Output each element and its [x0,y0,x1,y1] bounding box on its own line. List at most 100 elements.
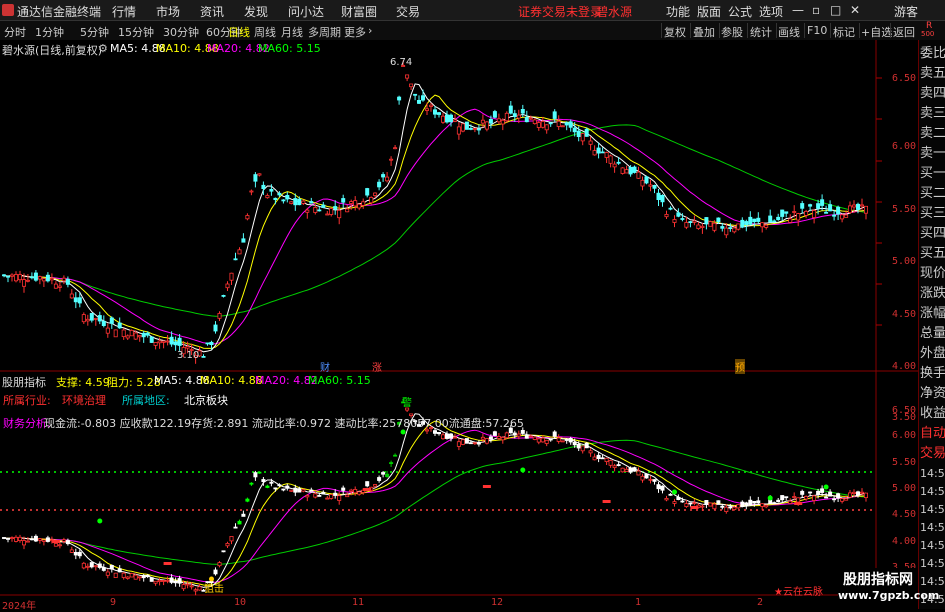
panel-item[interactable]: 买四 [920,224,945,244]
main-y-tick: 6.00 [892,141,917,152]
time-tick: 14:56 [920,467,945,480]
period-tab-1min[interactable]: 1分钟 [35,24,64,40]
panel-item[interactable]: 总量 [920,324,945,344]
panel-item[interactable]: 委比 [920,44,945,64]
panel-item[interactable]: 交易 [920,444,945,464]
tool-adjust[interactable]: 复权 [664,24,686,40]
maximize-icon[interactable]: □ [830,3,841,17]
forecast-marker[interactable]: 预 [735,359,745,374]
user-label[interactable]: 游客 [894,3,918,20]
warn-label: 警 [402,398,412,409]
menu-discover[interactable]: 发现 [244,3,268,20]
menu-market-board[interactable]: 市场 [156,3,180,20]
panel-item[interactable]: 卖四 [920,84,945,104]
panel-item[interactable]: 收益 [920,404,945,424]
period-tab-30min[interactable]: 30分钟 [163,24,199,40]
industry-label: 所属行业: [3,394,51,407]
main-ma60-label: MA60: 5.15 [258,42,321,55]
finance-text: 现金流:-0.803 应收款122.19存货:2.891 流动比率:0.972 … [44,417,524,430]
chart-title: 碧水源(日线,前复权) [2,44,103,57]
menu-trade[interactable]: 交易 [396,3,420,20]
x-tick: 11 [352,597,365,608]
panel-item[interactable]: 买三 [920,204,945,224]
finance-marker[interactable]: 财 [320,359,330,374]
time-tick: 14:56 [920,503,945,516]
x-tick: 12 [491,597,504,608]
panel-item[interactable]: 买二 [920,184,945,204]
menu-wealth[interactable]: 财富圈 [341,3,377,20]
main-y-tick: 4.50 [892,309,917,320]
ind-ma10-label: MA10: 4.88 [200,374,263,387]
period-tab-5min[interactable]: 5分钟 [80,24,109,40]
high-price-label: 6.74 [390,57,413,68]
tool-draw[interactable]: 画线 [778,24,800,40]
time-tick: 14:56 [920,539,945,552]
x-tick: 9 [110,597,117,608]
support-label: 支撑: 4.59 [56,376,110,389]
x-tick: 1 [635,597,642,608]
ind-y-tick: 4.50 [892,509,917,520]
tool-overlay[interactable]: 叠加 [693,24,715,40]
region-label: 所属地区: [122,394,170,407]
panel-item[interactable]: 换手 [920,364,945,384]
panel-item[interactable]: 卖一 [920,144,945,164]
tool-back[interactable]: 返回 [893,24,915,40]
period-tab-daily[interactable]: 日线 [228,24,250,40]
period-tab-15min[interactable]: 15分钟 [118,24,154,40]
panel-item[interactable]: 卖二 [920,124,945,144]
panel-item[interactable]: 净资 [920,384,945,404]
panel-item[interactable]: 卖三 [920,104,945,124]
attack-label: 狙击 [204,584,224,595]
ind-y-tick: 4.00 [892,536,917,547]
tool-mark[interactable]: 标记 [833,24,855,40]
close-icon[interactable]: ✕ [850,3,860,17]
panel-item[interactable]: 买五 [920,244,945,264]
menu-news[interactable]: 资讯 [200,3,224,20]
panel-item[interactable]: 外盘 [920,344,945,364]
tool-holdings[interactable]: 参股 [721,24,743,40]
x-tick: 10 [234,597,247,608]
period-tab-more[interactable]: 更多 [344,24,366,40]
period-tab-monthly[interactable]: 月线 [281,24,303,40]
panel-item[interactable]: 买一 [920,164,945,184]
tool-stats[interactable]: 统计 [750,24,772,40]
menu-formula[interactable]: 公式 [728,3,752,20]
ind-y-tick: 5.50 [892,457,917,468]
panel-item[interactable]: 涨幅 [920,304,945,324]
panel-item[interactable]: 自动 [920,424,945,444]
panel-item[interactable]: 涨跌 [920,284,945,304]
watermark-line1: 股朋指标网 [838,568,918,589]
kline-chart-area[interactable] [0,40,918,609]
x-tick: 2 [757,597,764,608]
period-tab-timeshare[interactable]: 分时 [4,24,26,40]
time-tick: 14:56 [920,557,945,570]
menu-market[interactable]: 行情 [112,3,136,20]
login-status[interactable]: 证券交易未登录 [518,3,602,20]
time-tick: 14:56 [920,521,945,534]
menu-function[interactable]: 功能 [666,3,690,20]
settings-icon[interactable]: ⚙ [98,42,108,55]
title-bar: 通达信金融终端 行情 市场 资讯 发现 问小达 财富圈 交易 证券交易未登录 碧… [0,0,945,21]
app-logo-icon [2,3,14,17]
menu-options[interactable]: 选项 [759,3,783,20]
chevron-right-icon[interactable]: › [368,24,372,37]
cloud-label: ★云在云脉 [774,587,823,598]
time-tick: 14:56 [920,485,945,498]
restore-icon[interactable]: ▫ [812,3,820,17]
main-y-tick: 5.00 [892,256,917,267]
quote-side-panel[interactable]: 委比 卖五 卖四 卖三 卖二 卖一 买一 买二 买三 买四 买五 现价 涨跌 涨… [918,40,945,609]
minimize-icon[interactable]: — [792,3,804,17]
period-tab-weekly[interactable]: 周线 [254,24,276,40]
period-tab-multi[interactable]: 多周期 [308,24,341,40]
tool-f10[interactable]: F10 [807,24,827,37]
panel-item[interactable]: 现价 [920,264,945,284]
tool-add-favorite[interactable]: +自选 [861,24,892,40]
resist-label: 阻力: 5.28 [107,376,161,389]
rise-marker[interactable]: 涨 [372,359,382,374]
panel-item[interactable]: 卖五 [920,64,945,84]
stock-name: 碧水源 [596,5,633,19]
corner-sub: 500 [921,30,935,38]
menu-layout[interactable]: 版面 [697,3,721,20]
main-y-tick: 4.00 [892,361,917,372]
menu-ask[interactable]: 问小达 [288,3,324,20]
